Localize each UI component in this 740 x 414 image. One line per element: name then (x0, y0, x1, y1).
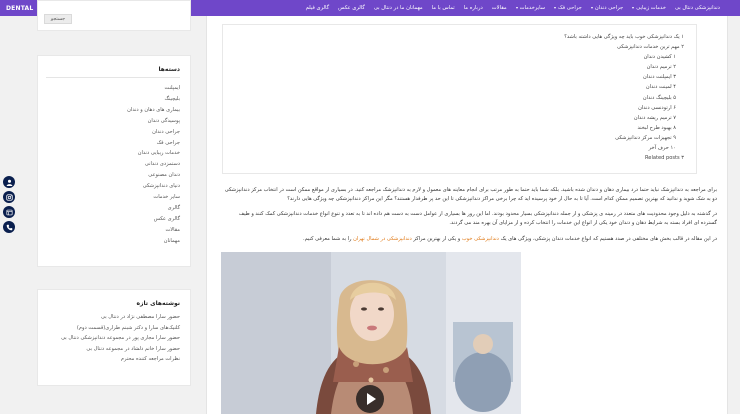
nav-item[interactable]: درباره ما (464, 5, 483, 11)
nav-item-label: مقالات (491, 5, 507, 11)
article-paragraph: در این مقاله در قالب بخش های مختلفی در ص… (221, 235, 717, 244)
instagram-button[interactable] (3, 191, 15, 203)
recent-post-link[interactable]: کلنیک‌های سارا و دکتر شبنم طراری(قسمت دو… (61, 323, 180, 334)
recent-posts-list: حضور سارا مصطفی نژاد در دنتال بی کلنیک‌ها… (61, 312, 180, 365)
toc-item[interactable]: ۲ مهم ترین خدمات دندانپزشکی (564, 42, 684, 52)
recent-posts-widget: نوشته‌های تازه حضور سارا مصطفی نژاد در د… (37, 289, 191, 386)
nav-item-label: گالری فیلم (305, 5, 330, 11)
nav-item[interactable]: تماس با ما (432, 5, 455, 11)
nav-item-label: گالری عکس (338, 5, 365, 11)
recent-post-link[interactable]: حضور سارا خانم دلشاد در مجموعه دنتال بی (61, 344, 180, 355)
recent-post-link[interactable]: حضور سارا مصطفی نژاد در دنتال بی (61, 312, 180, 323)
toc-item[interactable]: ۱ کشیدن دندان (564, 52, 676, 62)
nav-item-label: جراحی فک (558, 5, 582, 11)
nav-item[interactable]: مقالات (492, 5, 507, 11)
toc-item[interactable]: ۹ تجهیزات مرکز دندانپزشکی (564, 133, 676, 143)
category-link[interactable]: گالری عکس (127, 214, 180, 225)
category-link[interactable]: گالری (127, 203, 180, 214)
nav-item-label: درباره ما (463, 5, 483, 11)
category-link[interactable]: جراحی دندان (127, 127, 180, 138)
widget-title: دسته‌ها (158, 66, 180, 73)
category-link[interactable]: بیماری های دهان و دندان (127, 105, 180, 116)
site-logo[interactable]: DENTAL (6, 5, 33, 12)
instagram-icon (5, 193, 13, 201)
nav-item[interactable]: جراحی فک (554, 5, 582, 11)
toc-item[interactable]: ۵ بلیچینگ دندان (564, 93, 676, 103)
nav-item[interactable]: سایرخدمات (515, 5, 546, 11)
category-link[interactable]: مهمانان (127, 236, 180, 247)
chevron-down-icon (554, 7, 557, 9)
category-link[interactable]: دستمزدی دندانی (127, 159, 180, 170)
table-of-contents: ۱ یک دندانپزشکی خوب باید چه ویژگی هایی د… (222, 24, 697, 174)
search-widget: جستجو (37, 0, 191, 31)
category-link[interactable]: بلیچینگ (127, 94, 180, 105)
recent-post-link[interactable]: حضور سارا مجازی پور در مجموعه دندانپزشکی… (61, 333, 180, 344)
nav-item-label: سایرخدمات (519, 5, 546, 11)
search-button[interactable]: جستجو (44, 14, 72, 24)
telegram-icon (5, 209, 13, 215)
user-icon (6, 179, 12, 186)
paragraph-text: را به شما معرفی کنیم. (303, 236, 354, 242)
nav-item-label: جراحی دندان (594, 5, 624, 11)
widget-title: نوشته‌های تازه (136, 300, 180, 307)
categories-widget: دسته‌ها ایمپلنت بلیچینگ بیماری های دهان و … (37, 55, 191, 267)
toc-item[interactable]: ۴ لمینت دندان (564, 82, 676, 92)
article-link[interactable]: دندانپزشکی در شمال تهران (353, 236, 412, 242)
category-link[interactable]: پوسیدگی دندان (127, 116, 180, 127)
divider (46, 77, 180, 78)
paragraph-text: در این مقاله در قالب بخش های مختلفی در ص… (498, 236, 717, 242)
nav-item[interactable]: جراحی دندان (590, 5, 624, 11)
category-link[interactable]: ایمپلنت (127, 83, 180, 94)
category-link[interactable]: جراحی فک (127, 138, 180, 149)
category-link[interactable]: سایر خدمات (127, 192, 180, 203)
main-menu: دندانپزشکی دنتال بی خدمات زیبایی جراحی دند… (306, 5, 720, 11)
category-link[interactable]: دندان مصنوعی (127, 170, 180, 181)
toc-item[interactable]: ۸ بهبود طرح لبخند (564, 123, 676, 133)
phone-icon (6, 224, 12, 230)
toc-item[interactable]: ۶ ارتودنسی دندان (564, 103, 676, 113)
toc-item[interactable]: ۲ ترمیم دندان (564, 62, 676, 72)
chevron-down-icon (515, 7, 518, 9)
category-link[interactable]: مقالات (127, 225, 180, 236)
play-button[interactable] (356, 385, 384, 413)
nav-item-label: دندانپزشکی دنتال بی (674, 5, 720, 11)
nav-item[interactable]: گالری فیلم (306, 5, 329, 11)
nav-item[interactable]: گالری عکس (338, 5, 365, 11)
chevron-down-icon (590, 7, 593, 9)
recent-post-link[interactable]: نظرات مراجعه کننده محترم (61, 354, 180, 365)
category-link[interactable]: دنیای دندانپزشکی (127, 181, 180, 192)
telegram-button[interactable] (3, 206, 15, 218)
toc-list: ۱ یک دندانپزشکی خوب باید چه ویژگی هایی د… (564, 32, 684, 163)
article-content: ۱ یک دندانپزشکی خوب باید چه ویژگی هایی د… (206, 16, 728, 414)
video-player[interactable] (221, 252, 521, 414)
toc-item[interactable]: ۱ یک دندانپزشکی خوب باید چه ویژگی هایی د… (564, 32, 684, 42)
social-bar (3, 176, 15, 233)
toc-item[interactable]: ۷ ترمیم ریشه دندان (564, 113, 676, 123)
toc-item[interactable]: ۳ ایمپلنت دندان (564, 72, 676, 82)
phone-button[interactable] (3, 221, 15, 233)
play-icon (366, 393, 376, 405)
nav-item-label: تماس با ما (431, 5, 455, 11)
categories-list: ایمپلنت بلیچینگ بیماری های دهان و دندان پوس… (127, 83, 180, 247)
nav-item-label: خدمات زیبایی (636, 5, 666, 11)
nav-item-label: مهمانان ما در دنتال بی (373, 5, 423, 11)
article-paragraph: در گذشته به دلیل وجود محدودیت های متعدد … (238, 211, 717, 226)
article-link[interactable]: دندانپزشکی خوب (462, 236, 499, 242)
category-link[interactable]: خدمات زیبایی دندان (127, 148, 180, 159)
nav-item[interactable]: دندانپزشکی دنتال بی (675, 5, 720, 11)
paragraph-text: و یکی از بهترین مراکز (411, 236, 462, 242)
chevron-down-icon (632, 7, 635, 9)
article-paragraph: برای مراجعه به دندانپزشک نباید حتما درد … (224, 187, 717, 202)
toc-item[interactable]: ۳ Related posts (564, 153, 684, 163)
nav-item[interactable]: مهمانان ما در دنتال بی (374, 5, 423, 11)
user-button[interactable] (3, 176, 15, 188)
nav-item[interactable]: خدمات زیبایی (632, 5, 666, 11)
toc-item[interactable]: ۱۰ حرف آخر (564, 143, 676, 153)
